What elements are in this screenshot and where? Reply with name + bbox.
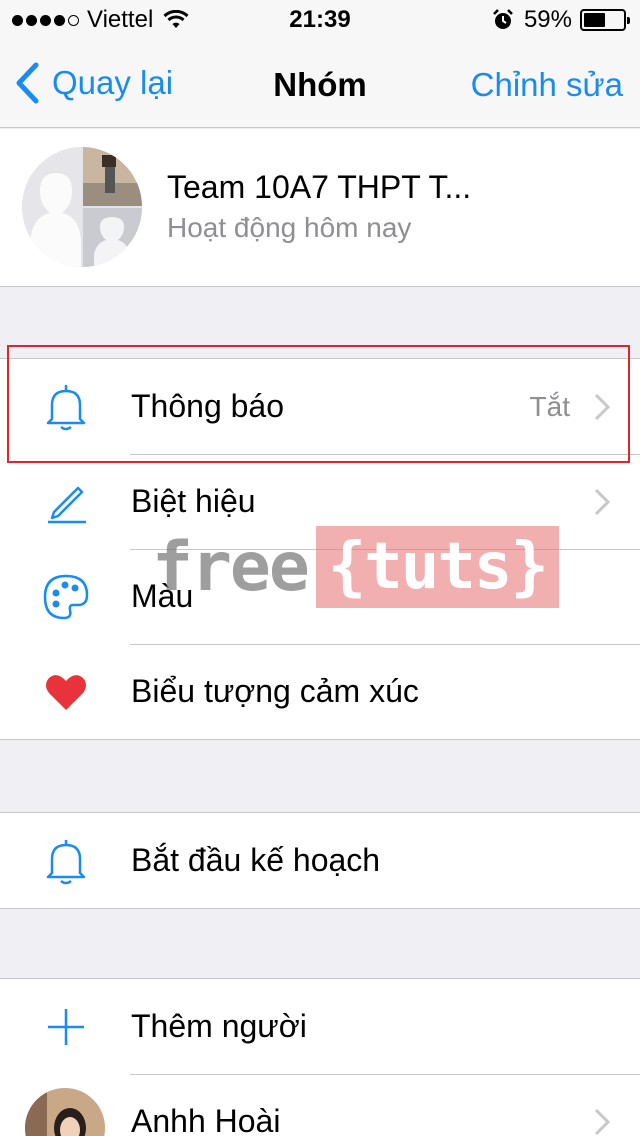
palette-icon <box>38 569 94 625</box>
color-label: Màu <box>131 578 194 614</box>
navigation-bar: Quay lại Nhóm Chỉnh sửa <box>0 40 640 128</box>
status-right: 59% <box>492 6 630 34</box>
bell-icon <box>38 379 94 435</box>
emoji-label: Biểu tượng cảm xúc <box>131 673 419 709</box>
group-activity-status: Hoạt động hôm nay <box>167 212 412 243</box>
add-people-label: Thêm người <box>131 1008 307 1044</box>
group-name: Team 10A7 THPT T... <box>167 169 472 205</box>
member-name: Anhh Hoài <box>131 1103 281 1136</box>
notifications-label: Thông báo <box>131 388 285 424</box>
chevron-right-icon <box>594 488 610 515</box>
conversation-settings-section: Thông báo Tắt Biệt hiệu Màu Biểu tượng c… <box>0 358 640 740</box>
notifications-row[interactable]: Thông báo Tắt <box>0 359 640 454</box>
avatar <box>25 1088 105 1136</box>
nickname-label: Biệt hiệu <box>131 483 256 519</box>
chevron-right-icon <box>594 393 610 420</box>
nickname-row[interactable]: Biệt hiệu <box>0 454 640 549</box>
plus-icon <box>38 999 94 1055</box>
group-avatar <box>22 147 142 267</box>
alarm-icon <box>493 9 513 29</box>
bell-icon <box>38 833 94 889</box>
emoji-row[interactable]: Biểu tượng cảm xúc <box>0 644 640 739</box>
notifications-value: Tắt <box>529 390 570 422</box>
battery-percent: 59% <box>523 6 572 33</box>
heart-icon <box>38 664 94 720</box>
plan-section: Bắt đầu kế hoạch <box>0 812 640 909</box>
status-bar: Viettel 21:39 59% <box>0 0 640 40</box>
add-people-row[interactable]: Thêm người <box>0 979 640 1074</box>
start-plan-label: Bắt đầu kế hoạch <box>131 842 381 878</box>
chevron-right-icon <box>594 1108 610 1135</box>
group-header[interactable]: Team 10A7 THPT T... Hoạt động hôm nay <box>0 129 640 287</box>
pencil-icon <box>38 474 94 530</box>
member-row[interactable]: Anhh Hoài <box>0 1074 640 1136</box>
battery-icon <box>580 9 630 31</box>
start-plan-row[interactable]: Bắt đầu kế hoạch <box>0 813 640 908</box>
people-section: Thêm người Anhh Hoài <box>0 978 640 1136</box>
edit-button[interactable]: Chỉnh sửa <box>471 66 623 104</box>
color-row[interactable]: Màu <box>0 549 640 644</box>
